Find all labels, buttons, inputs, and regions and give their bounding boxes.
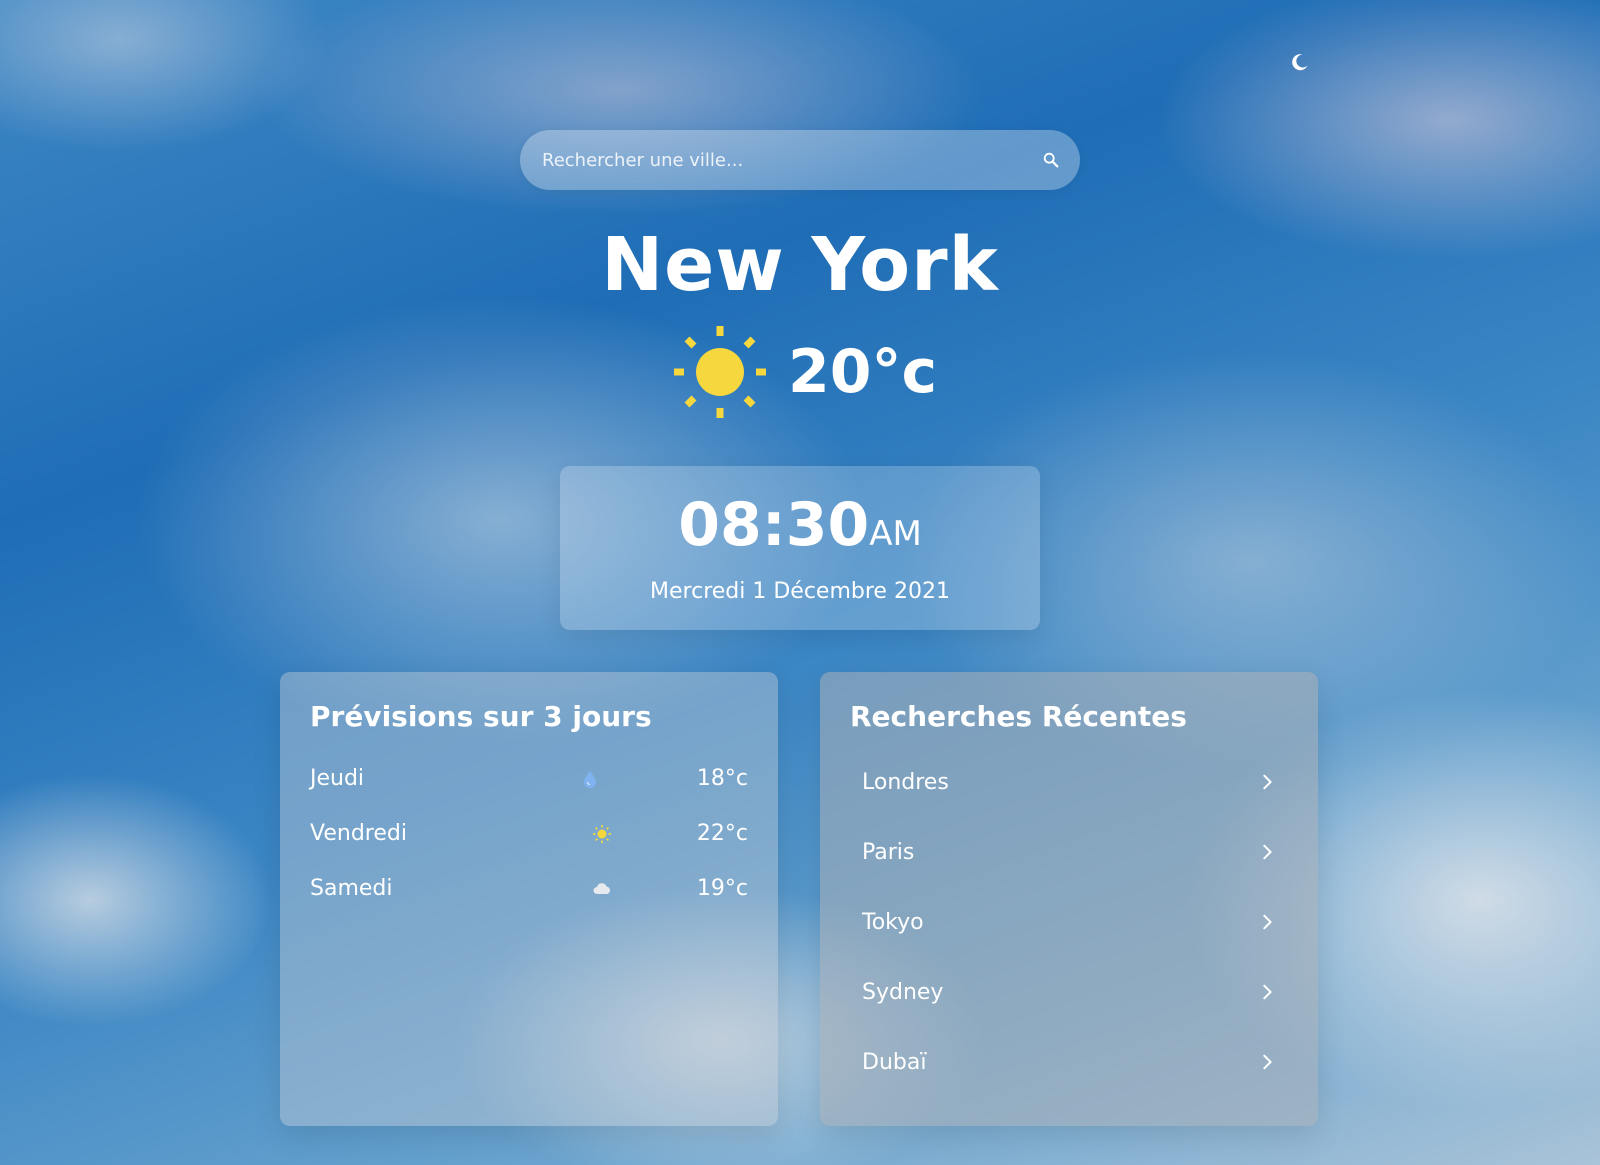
forecast-temperature: 18°c: [696, 766, 748, 791]
raindrop-icon: [584, 770, 596, 788]
forecast-day: Samedi: [310, 876, 393, 901]
chevron-right-icon: [1263, 914, 1272, 930]
cloud-icon: [593, 882, 610, 894]
recent-search-item[interactable]: Londres: [850, 747, 1288, 817]
current-temperature: 20°c: [788, 337, 938, 407]
clock-period: AM: [869, 514, 922, 554]
forecast-panel: Prévisions sur 3 jours Jeudi 18°c Vendre…: [280, 672, 778, 1126]
forecast-row: Vendredi 22°c: [310, 806, 748, 861]
sun-icon: [674, 326, 766, 418]
chevron-right-icon: [1263, 984, 1272, 1000]
recent-search-city: Tokyo: [862, 909, 924, 935]
current-weather: 20°c: [672, 324, 937, 420]
recent-search-city: Dubaï: [862, 1049, 927, 1075]
forecast-day: Vendredi: [310, 821, 407, 846]
chevron-right-icon: [1263, 774, 1272, 790]
recent-search-city: Sydney: [862, 979, 944, 1005]
recent-search-item[interactable]: Sydney: [850, 957, 1288, 1027]
search-input[interactable]: [540, 148, 1042, 172]
recent-searches-title: Recherches Récentes: [850, 700, 1187, 733]
forecast-temperature: 22°c: [696, 821, 748, 846]
forecast-temperature: 19°c: [696, 876, 748, 901]
clock-date: Mercredi 1 Décembre 2021: [650, 579, 950, 604]
recent-search-city: Paris: [862, 839, 915, 865]
clock-time-row: 08:30AM: [560, 490, 1040, 569]
clock-card: 08:30AM Mercredi 1 Décembre 2021: [560, 466, 1040, 630]
recent-search-item[interactable]: Tokyo: [850, 887, 1288, 957]
moon-icon: [1292, 54, 1308, 71]
forecast-day: Jeudi: [310, 766, 365, 791]
sun-icon: [593, 824, 611, 843]
city-title: New York: [601, 222, 999, 308]
forecast-row: Samedi 19°c: [310, 861, 748, 916]
theme-toggle-button[interactable]: [1290, 52, 1310, 72]
chevron-right-icon: [1263, 844, 1272, 860]
search-icon[interactable]: [1042, 151, 1060, 169]
forecast-row: Jeudi 18°c: [310, 751, 748, 806]
clock-time: 08:30: [678, 490, 870, 560]
recent-search-city: Londres: [862, 769, 949, 795]
recent-searches-panel: Recherches Récentes Londres Paris Tokyo …: [820, 672, 1318, 1126]
search-bar: [520, 130, 1080, 190]
recent-search-item[interactable]: Paris: [850, 817, 1288, 887]
forecast-title: Prévisions sur 3 jours: [310, 700, 652, 733]
chevron-right-icon: [1263, 1054, 1272, 1070]
recent-search-item[interactable]: Dubaï: [850, 1027, 1288, 1097]
